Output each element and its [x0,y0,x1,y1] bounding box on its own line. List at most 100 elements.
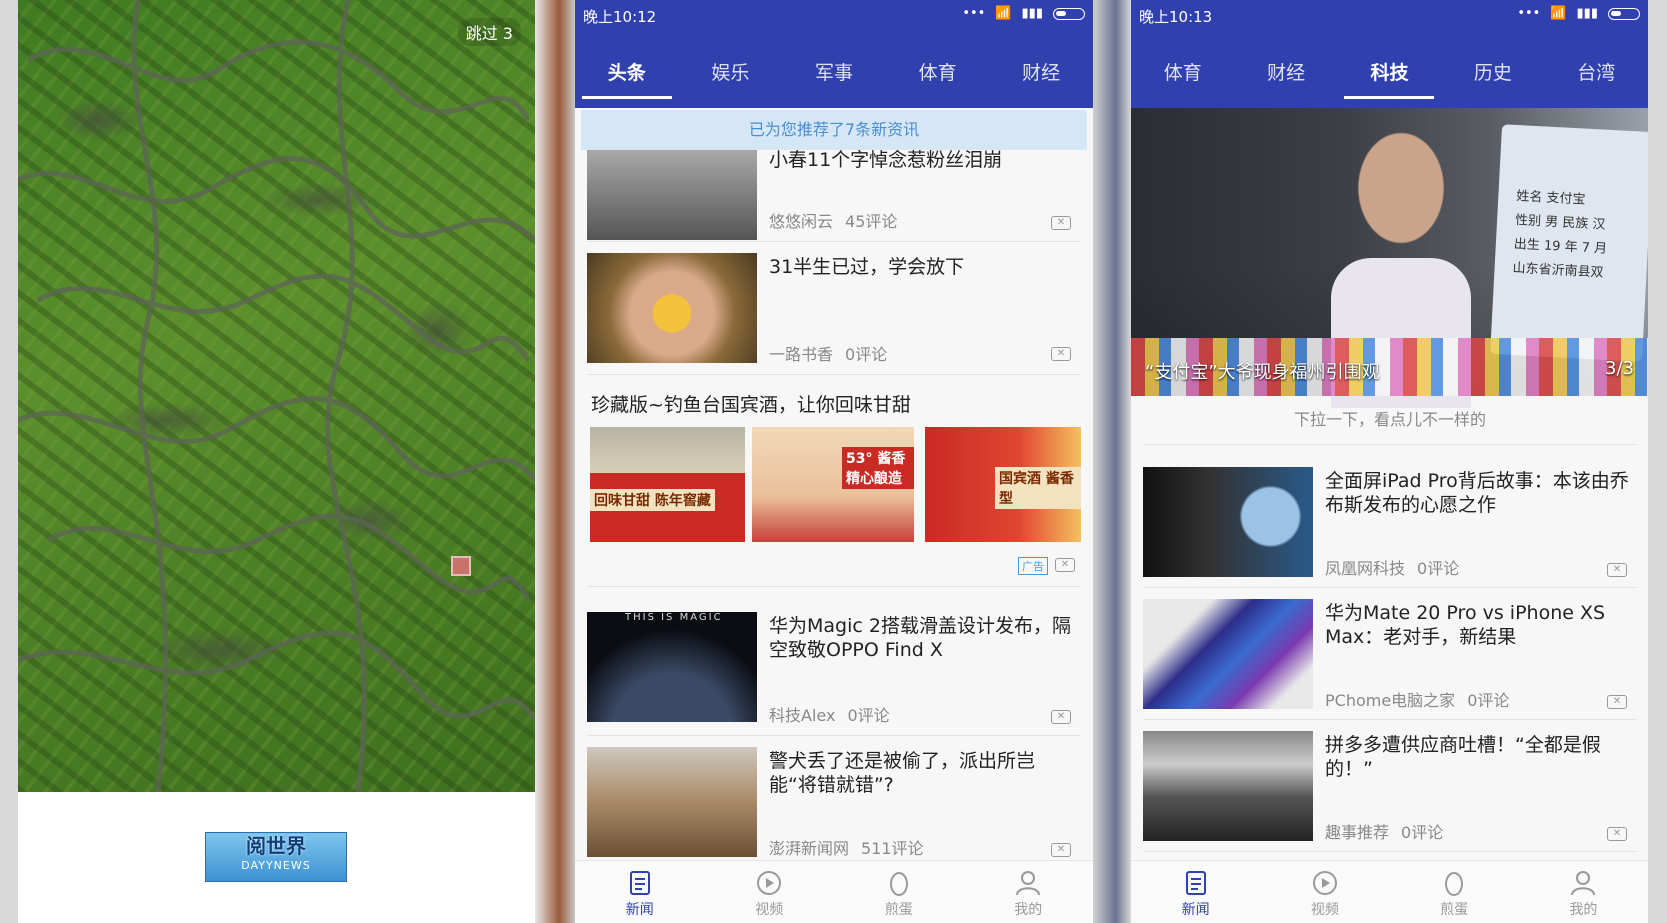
top-header: 晚上10:13 ••• 📶 ▮▮▮ 体育 财经 科技 历史 台湾 [1131,0,1648,108]
dismiss-icon[interactable]: ✕ [1607,695,1627,709]
signal-icon: ▮▮▮ [1021,6,1043,21]
nav-me[interactable]: 我的 [1519,861,1648,923]
hero-carousel-image[interactable]: 姓名 支付宝 性别 男 民族 汉 出生 19 年 7 月 山东省沂南县双 [1131,108,1648,408]
news-title: 华为Magic 2搭载滑盖设计发布，隔空致敬OPPO Find X [769,615,1071,661]
tab-entertainment[interactable]: 娱乐 [705,58,755,99]
news-item[interactable]: THIS IS MAGIC 华为Magic 2搭载滑盖设计发布，隔空致敬OPPO… [587,602,1081,736]
dismiss-icon[interactable]: ✕ [1051,347,1071,361]
nav-label: 新闻 [625,902,654,918]
news-item[interactable]: 31半生已过，学会放下 一路书香 0评论 ✕ [587,241,1081,375]
battery-icon [1053,7,1085,20]
news-icon [629,871,650,895]
logo-main-text: 阅世界 [246,834,306,858]
news-title: 拼多多遭供应商吐槽！“全都是假的！” [1325,734,1601,780]
news-meta: 悠悠闲云 45评论 [769,208,897,232]
news-meta: PChome电脑之家 0评论 [1325,687,1509,711]
news-screen-tech: 晚上10:13 ••• 📶 ▮▮▮ 体育 财经 科技 历史 台湾 姓名 支付宝 … [1131,0,1648,923]
play-icon [757,871,782,895]
nav-video[interactable]: 视频 [705,861,835,923]
wifi-icon: 📶 [1550,6,1567,21]
nav-me[interactable]: 我的 [964,861,1094,923]
splash-maze-image [18,0,535,792]
battery-icon [1608,7,1640,20]
ad-image[interactable]: 回味甘甜 陈年窖藏 [590,427,745,542]
skip-button[interactable]: 跳过 3 [457,18,521,46]
app-logo: 阅世界 DAYYNEWS [205,832,347,882]
news-comments: 0评论 [845,345,888,364]
hero-id-card: 姓名 支付宝 性别 男 民族 汉 出生 19 年 7 月 山东省沂南县双 [1490,124,1648,362]
maze-paths [18,0,535,792]
news-item[interactable]: 拼多多遭供应商吐槽！“全都是假的！” 趣事推荐 0评论 ✕ [1143,719,1637,852]
dismiss-icon[interactable]: ✕ [1055,558,1075,572]
ad-image-label: 回味甘甜 陈年窖藏 [590,489,715,511]
news-item[interactable]: 华为Mate 20 Pro vs iPhone XS Max：老对手，新结果 P… [1143,587,1637,720]
nav-news[interactable]: 新闻 [1131,861,1260,923]
news-thumbnail [1143,731,1313,841]
ad-image[interactable]: 53° 酱香 精心酿造 [752,427,914,542]
dismiss-icon[interactable]: ✕ [1051,843,1071,857]
news-title: 31半生已过，学会放下 [769,256,965,278]
tab-headlines[interactable]: 头条 [581,58,672,99]
tab-finance[interactable]: 财经 [1016,58,1066,99]
bottom-nav: 新闻 视频 煎蛋 我的 [575,860,1093,923]
news-meta: 凤凰网科技 0评论 [1325,555,1459,579]
tab-military[interactable]: 军事 [809,58,859,99]
background-strip [0,0,18,923]
news-thumbnail [587,747,757,857]
news-item[interactable]: 全面屏iPad Pro背后故事：本该由乔布斯发布的心愿之作 凤凰网科技 0评论 ✕ [1143,455,1637,588]
nav-label: 我的 [1014,902,1043,918]
news-source: 澎湃新闻网 [769,839,850,858]
tab-finance[interactable]: 财经 [1261,58,1311,99]
top-header: 晚上10:12 ••• 📶 ▮▮▮ 头条 娱乐 军事 体育 财经 [575,0,1093,108]
news-thumbnail: THIS IS MAGIC [587,612,757,722]
news-thumbnail [587,253,757,363]
background-strip [1648,0,1667,923]
news-title: 华为Mate 20 Pro vs iPhone XS Max：老对手，新结果 [1325,602,1606,648]
thumbnail-caption: THIS IS MAGIC [625,612,723,623]
news-item[interactable]: 警犬丢了还是被偷了，派出所岂能“将错就错”? 澎湃新闻网 511评论 ✕ [587,735,1081,868]
news-source: 科技Alex [769,706,836,725]
nav-label: 新闻 [1181,902,1210,918]
news-item[interactable]: 小春11个字悼念惹粉丝泪崩 悠悠闲云 45评论 ✕ [587,130,1081,242]
ad-title[interactable]: 珍藏版~钓鱼台国宾酒，让你回味甘甜 [591,390,911,417]
news-title: 警犬丢了还是被偷了，派出所岂能“将错就错”? [769,750,1036,796]
bottom-nav: 新闻 视频 煎蛋 我的 [1131,860,1648,923]
user-icon [1016,871,1041,896]
news-source: 趣事推荐 [1325,823,1390,842]
news-meta: 趣事推荐 0评论 [1325,819,1443,843]
nav-label: 我的 [1569,902,1598,918]
nav-news[interactable]: 新闻 [575,861,705,923]
nav-egg[interactable]: 煎蛋 [1390,861,1519,923]
news-comments: 0评论 [1401,823,1444,842]
signal-icon: ▮▮▮ [1576,6,1598,21]
news-title: 全面屏iPad Pro背后故事：本该由乔布斯发布的心愿之作 [1325,470,1629,516]
status-bar: 晚上10:12 ••• 📶 ▮▮▮ [575,0,1093,30]
splash-screen: 跳过 3 阅世界 DAYYNEWS [18,0,535,923]
ad-image-label: 国宾酒 酱香型 [995,467,1081,509]
news-comments: 0评论 [1467,691,1510,710]
news-meta: 一路书香 0评论 [769,341,887,365]
nav-egg[interactable]: 煎蛋 [834,861,964,923]
status-time: 晚上10:12 [583,8,657,26]
dismiss-icon[interactable]: ✕ [1051,710,1071,724]
logo-sub-text: DAYYNEWS [241,859,311,872]
id-card-text: 姓名 支付宝 性别 男 民族 汉 出生 19 年 7 月 山东省沂南县双 [1512,185,1610,286]
play-icon [1312,871,1337,895]
tab-sports[interactable]: 体育 [913,58,963,99]
news-meta: 澎湃新闻网 511评论 [769,835,924,859]
status-icons: ••• 📶 ▮▮▮ [962,6,1085,21]
tab-history[interactable]: 历史 [1468,58,1518,99]
tab-sports[interactable]: 体育 [1158,58,1208,99]
nav-video[interactable]: 视频 [1260,861,1389,923]
tab-tech[interactable]: 科技 [1344,58,1435,99]
tab-taiwan[interactable]: 台湾 [1571,58,1621,99]
dismiss-icon[interactable]: ✕ [1051,216,1071,230]
user-icon [1571,871,1596,896]
more-dots-icon: ••• [962,6,986,21]
ad-image[interactable]: 国宾酒 酱香型 [925,427,1081,542]
dismiss-icon[interactable]: ✕ [1607,563,1627,577]
egg-icon [889,872,908,896]
background-strip [535,0,575,923]
carousel-counter: 3/3 [1605,358,1634,379]
dismiss-icon[interactable]: ✕ [1607,827,1627,841]
